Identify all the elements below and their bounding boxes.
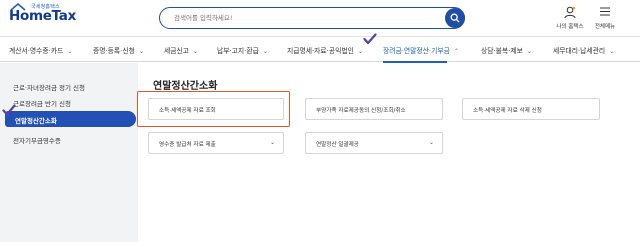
nav-label: 계산서·영수증·카드 [9, 47, 64, 55]
nav-label: 장려금·연말정산·기부금 [383, 47, 450, 55]
user-icon [564, 6, 576, 19]
logo-text: HomeTax [9, 8, 76, 24]
hamburger-menu-icon [600, 7, 610, 16]
card-deduction-deletion[interactable]: 소득·세액공제 자료 삭제 신청 [462, 98, 600, 120]
my-hometax-label: 나의 홈택스 [556, 24, 584, 30]
nav-item-agent[interactable]: 세무대리·납세관리 ⌄ [553, 45, 614, 55]
sidebar-item-donation-receipt[interactable]: 전자기부금영수증 [13, 135, 61, 145]
search-input[interactable] [174, 11, 434, 25]
nav-item-invoice[interactable]: 계산서·영수증·카드 ⌄ [9, 45, 72, 55]
sidebar-item-incentive-half[interactable]: 근로장려금 반기 신청 [13, 98, 71, 108]
all-menu-label: 전체메뉴 [594, 24, 616, 30]
chevron-down-icon: ⌄ [193, 48, 199, 55]
sidebar-item-label: 연말정산간소화 [15, 117, 57, 125]
nav-label: 세금신고 [164, 47, 190, 55]
chevron-up-icon: ⌃ [453, 48, 459, 55]
main-nav: 계산서·영수증·카드 ⌄ 증명·등록·신청 ⌄ 세금신고 ⌄ 납부·고지·환급 ⌄ 지급… [0, 36, 640, 62]
card-dependent-consent[interactable]: 부양가족 자료제공동의 신청/조회/취소 [305, 98, 443, 120]
search-box [159, 7, 465, 29]
page-title: 연말정산간소화 [153, 81, 218, 92]
nav-label: 증명·등록·신청 [93, 47, 135, 55]
nav-label: 상담·불복·제보 [481, 47, 523, 55]
card-label: 소득·세액공제 자료 삭제 신청 [473, 108, 542, 114]
highlight-box [137, 91, 290, 127]
nav-item-statements[interactable]: 지급명세·자료·공익법인 ⌄ [287, 45, 363, 55]
search-button[interactable] [445, 8, 465, 28]
checkmark-annotation-icon [2, 104, 16, 116]
card-bulk-provision[interactable]: 연말정산 일괄제공 ⌄ [305, 132, 443, 154]
chevron-down-icon: ⌄ [428, 139, 434, 146]
chevron-down-icon: ⌄ [357, 48, 363, 55]
card-label: 영수증 발급처 자료 제출 [159, 142, 216, 148]
nav-item-payment[interactable]: 납부·고지·환급 ⌄ [217, 45, 268, 55]
search-icon [450, 13, 460, 23]
nav-label: 지급명세·자료·공익법인 [287, 47, 354, 55]
nav-item-certificate[interactable]: 증명·등록·신청 ⌄ [93, 45, 144, 55]
chevron-down-icon: ⌄ [262, 48, 268, 55]
chevron-down-icon: ⌄ [526, 48, 532, 55]
nav-item-tax-return[interactable]: 세금신고 ⌄ [164, 45, 198, 55]
chevron-down-icon: ⌄ [269, 139, 275, 146]
sidebar-item-incentive-regular[interactable]: 근로·자녀장려금 정기 신청 [13, 82, 85, 92]
chevron-down-icon: ⌄ [609, 48, 615, 55]
card-receipt-submission[interactable]: 영수증 발급처 자료 제출 ⌄ [148, 132, 284, 154]
chevron-down-icon: ⌄ [67, 48, 73, 55]
sidebar-item-year-end-settlement[interactable]: 연말정산간소화 [5, 111, 136, 127]
nav-label: 납부·고지·환급 [217, 47, 259, 55]
nav-active-underline [383, 61, 447, 63]
nav-label: 세무대리·납세관리 [553, 47, 606, 55]
my-hometax-button[interactable]: 나의 홈택스 [550, 3, 590, 31]
all-menu-button[interactable]: 전체메뉴 [585, 3, 625, 31]
chevron-down-icon: ⌄ [138, 48, 144, 55]
nav-item-incentive[interactable]: 장려금·연말정산·기부금 ⌃ [383, 45, 459, 55]
nav-item-consult[interactable]: 상담·불복·제보 ⌄ [481, 45, 532, 55]
header: 국세청홈택스 HomeTax 나의 홈택스 전체메뉴 [0, 0, 640, 34]
hometax-logo[interactable]: 국세청홈택스 HomeTax [9, 2, 89, 32]
card-label: 연말정산 일괄제공 [316, 142, 359, 148]
card-label: 부양가족 자료제공동의 신청/조회/취소 [316, 108, 406, 114]
checkmark-annotation-icon [363, 33, 377, 45]
